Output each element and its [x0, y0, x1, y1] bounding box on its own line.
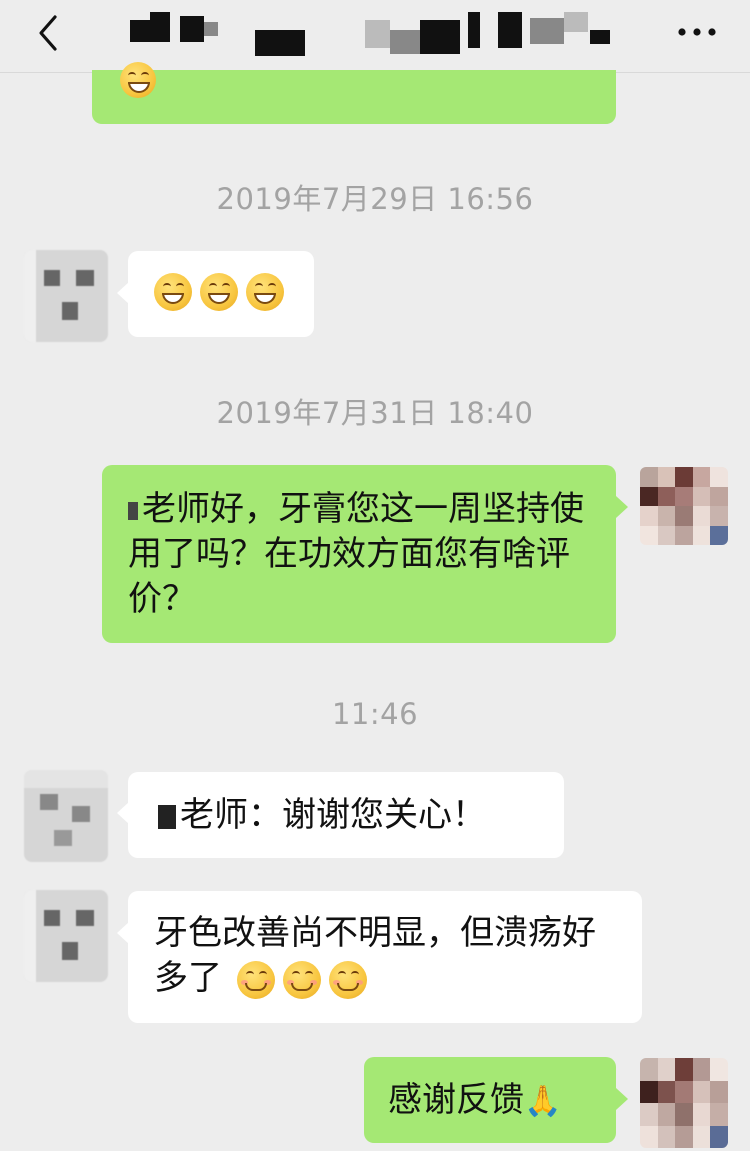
message-text: 老师：谢谢您关心！: [180, 795, 486, 835]
bubble-tail: [616, 1088, 628, 1110]
back-button[interactable]: [22, 8, 72, 58]
contact-avatar[interactable]: [24, 890, 108, 982]
grin-emoji-icon: [246, 273, 284, 311]
message-bubble-incoming[interactable]: 老师：谢谢您关心！: [128, 772, 564, 858]
emoji-group: [236, 960, 367, 999]
ellipsis-icon: [678, 28, 716, 36]
redacted-name: [128, 501, 138, 520]
more-options-button[interactable]: [672, 12, 722, 52]
redacted-name: [158, 804, 176, 829]
emoji-group: [154, 273, 314, 311]
timestamp: 2019年7月29日 16:56: [216, 182, 534, 216]
message-bubble-outgoing[interactable]: 感谢反馈🙏: [364, 1057, 616, 1143]
message-bubble-outgoing[interactable]: [92, 62, 616, 124]
chat-header: [0, 0, 750, 73]
message-text: 感谢反馈: [388, 1080, 524, 1120]
folded-hands-emoji-icon: 🙏: [524, 1084, 562, 1119]
grin-emoji-icon: [200, 273, 238, 311]
timestamp: 2019年7月31日 18:40: [216, 396, 534, 430]
grin-emoji-icon: [120, 62, 156, 98]
blush-emoji-icon: [328, 960, 367, 999]
timestamp: 11:46: [331, 697, 419, 731]
message-bubble-outgoing[interactable]: 老师好，牙膏您这一周坚持使用了吗？在功效方面您有啥评价？: [102, 465, 616, 643]
contact-avatar[interactable]: [24, 770, 108, 862]
chat-title-redacted: [120, 12, 620, 56]
message-bubble-incoming[interactable]: 牙色改善尚不明显，但溃疡好多了: [128, 891, 642, 1023]
user-avatar[interactable]: [640, 467, 728, 545]
contact-avatar[interactable]: [24, 250, 108, 342]
blush-emoji-icon: [282, 960, 321, 999]
message-text: 老师好，牙膏您这一周坚持使用了吗？在功效方面您有啥评价？: [128, 489, 584, 619]
user-avatar[interactable]: [640, 1058, 728, 1148]
blush-emoji-icon: [236, 960, 275, 999]
grin-emoji-icon: [154, 273, 192, 311]
chevron-left-icon: [39, 15, 57, 51]
bubble-tail: [616, 496, 628, 518]
message-text: 牙色改善尚不明显，但溃疡好多了: [154, 913, 596, 998]
message-bubble-incoming[interactable]: [128, 251, 314, 337]
